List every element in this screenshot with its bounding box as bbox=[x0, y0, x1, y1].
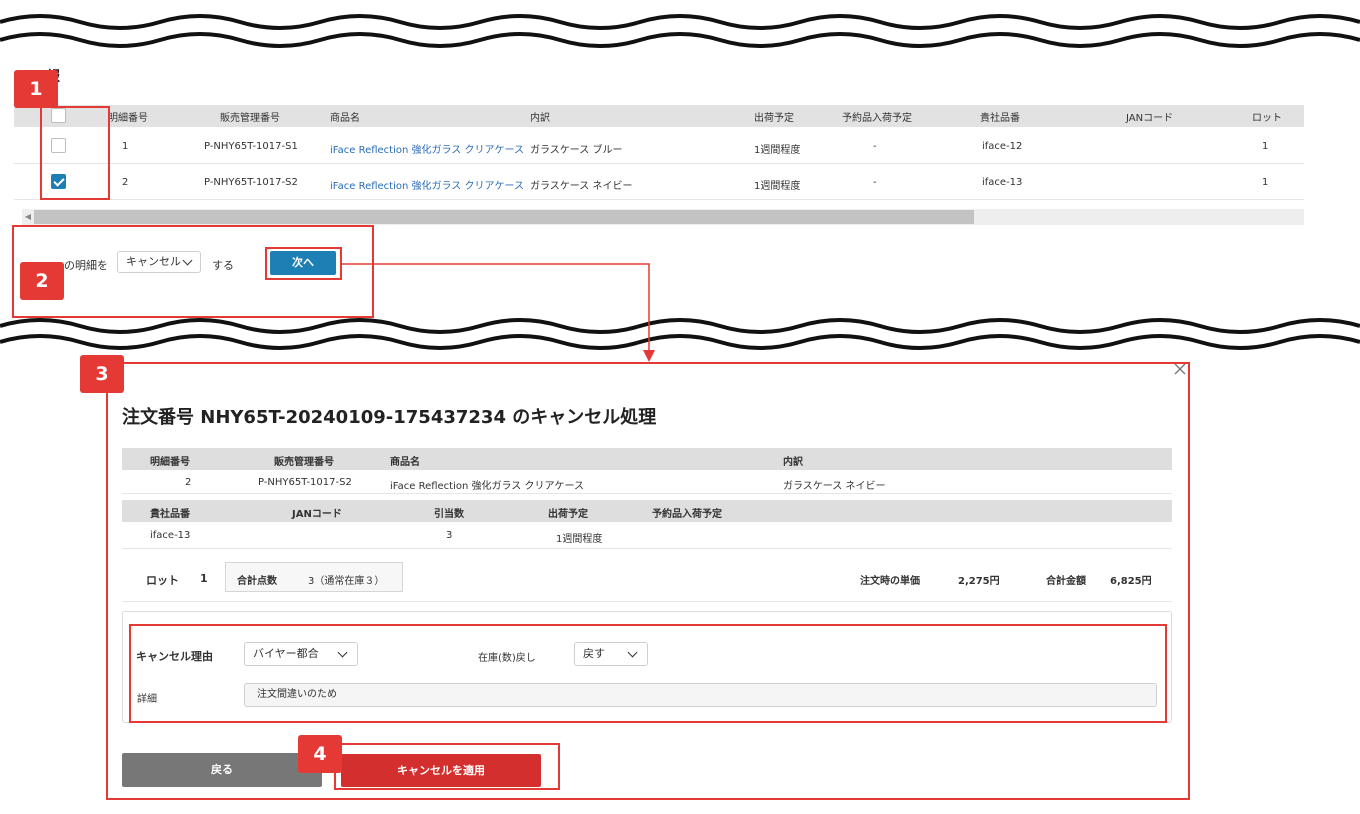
breakdown: ガラスケース ブルー bbox=[530, 145, 623, 156]
wave-divider-top bbox=[0, 14, 1360, 48]
action-select-value: キャンセル bbox=[126, 255, 181, 268]
dlg-col-product: 商品名 bbox=[390, 457, 420, 468]
reason-select-value: バイヤー都合 bbox=[253, 647, 319, 660]
annotation-badge-3: 3 bbox=[80, 355, 124, 393]
col-header-line-no: 明細番号 bbox=[108, 113, 148, 124]
sales-no: P-NHY65T-1017-S1 bbox=[204, 141, 298, 152]
dlg-ship: 1週間程度 bbox=[556, 534, 603, 545]
select-all-checkbox[interactable] bbox=[51, 108, 66, 123]
dlg-col-breakdown: 内訳 bbox=[783, 457, 803, 468]
dlg-breakdown: ガラスケース ネイビー bbox=[783, 481, 886, 492]
wave-divider-middle bbox=[0, 318, 1360, 350]
product-link[interactable]: iFace Reflection 強化ガラス クリアケース bbox=[330, 177, 524, 192]
dlg-col-line-no: 明細番号 bbox=[150, 457, 190, 468]
line-no: 1 bbox=[122, 141, 129, 152]
stock-select-value: 戻す bbox=[583, 647, 605, 660]
dlg-col-sales-no: 販売管理番号 bbox=[274, 457, 334, 468]
col-header-jan: JANコード bbox=[1126, 113, 1174, 124]
lot-label: ロット bbox=[146, 574, 179, 587]
col-header-part-no: 貴社品番 bbox=[980, 113, 1020, 124]
col-header-reserve: 予約品入荷予定 bbox=[842, 113, 912, 124]
reserve-schedule: - bbox=[873, 141, 877, 152]
annotation-badge-4: 4 bbox=[298, 735, 342, 773]
reason-label: キャンセル理由 bbox=[136, 650, 213, 663]
qty-value: 3（通常在庫３） bbox=[308, 576, 385, 587]
close-icon[interactable] bbox=[1172, 361, 1188, 377]
col-header-product: 商品名 bbox=[330, 113, 360, 124]
line-no: 2 bbox=[122, 177, 129, 188]
breakdown: ガラスケース ネイビー bbox=[530, 181, 633, 192]
qty-label: 合計点数 bbox=[237, 576, 277, 587]
chevron-down-icon bbox=[182, 255, 193, 266]
detail-input[interactable]: 注文間違いのため bbox=[244, 683, 1157, 707]
dialog-grid-header bbox=[122, 500, 1172, 522]
detail-label: 詳細 bbox=[137, 694, 157, 705]
total-value: 6,825円 bbox=[1110, 576, 1152, 587]
col-header-ship: 出荷予定 bbox=[754, 113, 794, 124]
reason-select[interactable]: バイヤー都合 bbox=[244, 642, 358, 666]
dlg-col-alloc: 引当数 bbox=[434, 509, 464, 520]
lot-value: 1 bbox=[200, 572, 208, 585]
next-button[interactable]: 次へ bbox=[270, 251, 336, 275]
dlg-part-no: iface-13 bbox=[150, 530, 191, 541]
col-header-lot: ロット bbox=[1252, 113, 1282, 124]
dlg-col-ship: 出荷予定 bbox=[548, 509, 588, 520]
product-link[interactable]: iFace Reflection 強化ガラス クリアケース bbox=[330, 141, 524, 156]
ship-schedule: 1週間程度 bbox=[754, 181, 801, 192]
action-select[interactable]: キャンセル bbox=[117, 251, 201, 273]
annotation-badge-2: 2 bbox=[20, 262, 64, 300]
dialog-grid-row bbox=[122, 523, 1172, 549]
part-no: iface-12 bbox=[982, 141, 1023, 152]
dlg-alloc: 3 bbox=[446, 530, 453, 541]
dlg-product: iFace Reflection 強化ガラス クリアケース bbox=[390, 481, 584, 492]
chevron-down-icon bbox=[627, 647, 638, 658]
lot: 1 bbox=[1262, 177, 1269, 188]
row-checkbox[interactable] bbox=[51, 138, 66, 153]
part-no: iface-13 bbox=[982, 177, 1023, 188]
col-header-breakdown: 内訳 bbox=[530, 113, 550, 124]
dialog-title: 注文番号 NHY65T-20240109-175437234 のキャンセル処理 bbox=[122, 407, 657, 428]
col-header-sales-no: 販売管理番号 bbox=[220, 113, 280, 124]
action-suffix: する bbox=[212, 259, 234, 272]
dlg-col-reserve: 予約品入荷予定 bbox=[652, 509, 722, 520]
back-button[interactable]: 戻る bbox=[122, 753, 322, 787]
stock-select[interactable]: 戻す bbox=[574, 642, 648, 666]
dlg-col-jan: JANコード bbox=[292, 509, 342, 520]
annotation-badge-1: 1 bbox=[14, 70, 58, 108]
action-prefix: の明細を bbox=[64, 259, 108, 272]
ship-schedule: 1週間程度 bbox=[754, 145, 801, 156]
dlg-col-part-no: 貴社品番 bbox=[150, 509, 190, 520]
apply-cancel-button[interactable]: キャンセルを適用 bbox=[341, 754, 541, 787]
sales-no: P-NHY65T-1017-S2 bbox=[204, 177, 298, 188]
unit-price-label: 注文時の単価 bbox=[860, 576, 920, 587]
dlg-line-no: 2 bbox=[185, 477, 192, 488]
scrollbar-thumb[interactable] bbox=[34, 210, 974, 224]
row-checkbox[interactable] bbox=[51, 174, 66, 189]
lot: 1 bbox=[1262, 141, 1269, 152]
chevron-down-icon bbox=[337, 647, 348, 658]
total-label: 合計金額 bbox=[1046, 576, 1086, 587]
reserve-schedule: - bbox=[873, 177, 877, 188]
unit-price-value: 2,275円 bbox=[958, 576, 1000, 587]
scroll-left-icon[interactable]: ◀ bbox=[22, 209, 34, 225]
detail-table-header bbox=[14, 105, 1304, 127]
dlg-sales-no: P-NHY65T-1017-S2 bbox=[258, 477, 352, 488]
stock-label: 在庫(数)戻し bbox=[478, 653, 536, 664]
